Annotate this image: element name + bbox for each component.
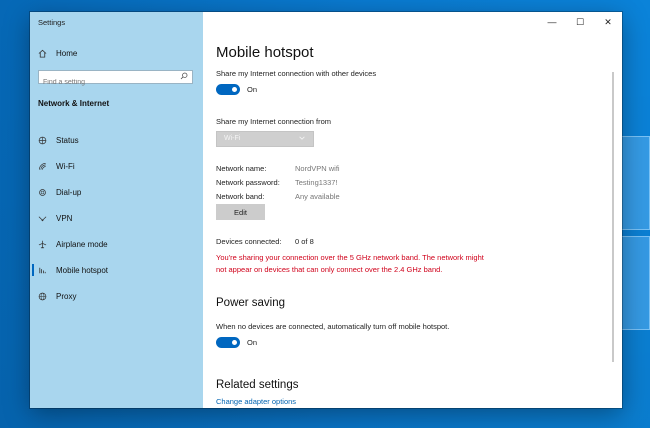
toggle-knob — [232, 340, 237, 345]
main-content: Mobile hotspot Share my Internet connect… — [216, 12, 616, 408]
sidebar-item-home[interactable]: Home — [38, 46, 77, 60]
related-settings-title: Related settings — [216, 379, 299, 391]
wifi-icon — [38, 162, 47, 171]
sidebar-item-label: Airplane mode — [56, 239, 108, 249]
sidebar-item-vpn[interactable]: VPN — [30, 205, 203, 231]
globe-icon — [38, 292, 47, 301]
sidebar-item-label: VPN — [56, 213, 73, 223]
share-toggle-state: On — [247, 85, 258, 94]
logo-pane-top — [618, 136, 650, 230]
logo-pane-bottom — [618, 236, 650, 330]
share-connection-toggle[interactable] — [216, 84, 240, 95]
sidebar-nav: Status Wi-Fi Dial-up VPN Airplane mode M… — [30, 127, 203, 309]
sidebar-item-dialup[interactable]: Dial-up — [30, 179, 203, 205]
devices-connected-key: Devices connected: — [216, 237, 282, 246]
network-password-value: Testing1337! — [295, 178, 338, 187]
share-connection-label: Share my Internet connection with other … — [216, 69, 377, 78]
sidebar-item-status[interactable]: Status — [30, 127, 203, 153]
sidebar-item-airplane-mode[interactable]: Airplane mode — [30, 231, 203, 257]
power-saving-title: Power saving — [216, 297, 286, 309]
edit-button[interactable]: Edit — [216, 204, 265, 220]
chevron-down-icon — [298, 134, 306, 144]
sidebar-item-label: Dial-up — [56, 187, 82, 197]
share-from-label: Share my Internet connection from — [216, 117, 332, 126]
devices-connected-value: 0 of 8 — [295, 237, 314, 246]
airplane-icon — [38, 240, 47, 249]
share-from-value: Wi-Fi — [224, 135, 241, 142]
power-saving-toggle-state: On — [247, 338, 258, 347]
search-input[interactable] — [39, 76, 179, 89]
page-title: Mobile hotspot — [216, 44, 314, 61]
hotspot-icon — [38, 266, 47, 275]
network-band-key: Network band: — [216, 192, 265, 201]
sidebar-item-label: Home — [56, 48, 78, 58]
app-title: Settings — [38, 18, 66, 27]
sidebar-item-mobile-hotspot[interactable]: Mobile hotspot — [30, 257, 203, 283]
share-from-dropdown[interactable]: Wi-Fi — [216, 131, 314, 147]
sidebar-item-label: Wi-Fi — [56, 161, 75, 171]
sidebar-item-label: Proxy — [56, 291, 77, 301]
sidebar-item-wifi[interactable]: Wi-Fi — [30, 153, 203, 179]
globe-status-icon — [38, 136, 47, 145]
power-saving-label: When no devices are connected, automatic… — [216, 322, 450, 331]
network-name-value: NordVPN wifi — [295, 164, 340, 173]
settings-window: Settings Home Network & Internet Status — [30, 12, 622, 408]
selected-indicator — [32, 264, 34, 276]
band-warning: You're sharing your connection over the … — [216, 253, 484, 274]
sidebar-item-label: Status — [56, 135, 79, 145]
home-icon — [38, 49, 47, 58]
network-password-key: Network password: — [216, 178, 280, 187]
dialup-icon — [38, 188, 47, 197]
scrollbar[interactable] — [612, 72, 614, 362]
power-saving-toggle[interactable] — [216, 337, 240, 348]
sidebar: Settings Home Network & Internet Status — [30, 12, 203, 408]
search-box[interactable] — [38, 70, 193, 89]
change-adapter-options-link[interactable]: Change adapter options — [216, 397, 296, 406]
network-name-key: Network name: — [216, 164, 267, 173]
section-heading: Network & Internet — [38, 99, 110, 108]
sidebar-item-proxy[interactable]: Proxy — [30, 283, 203, 309]
network-band-value: Any available — [295, 192, 340, 201]
search-icon[interactable] — [180, 72, 188, 82]
vpn-icon — [38, 214, 47, 223]
toggle-knob — [232, 87, 237, 92]
sidebar-item-label: Mobile hotspot — [56, 265, 109, 275]
